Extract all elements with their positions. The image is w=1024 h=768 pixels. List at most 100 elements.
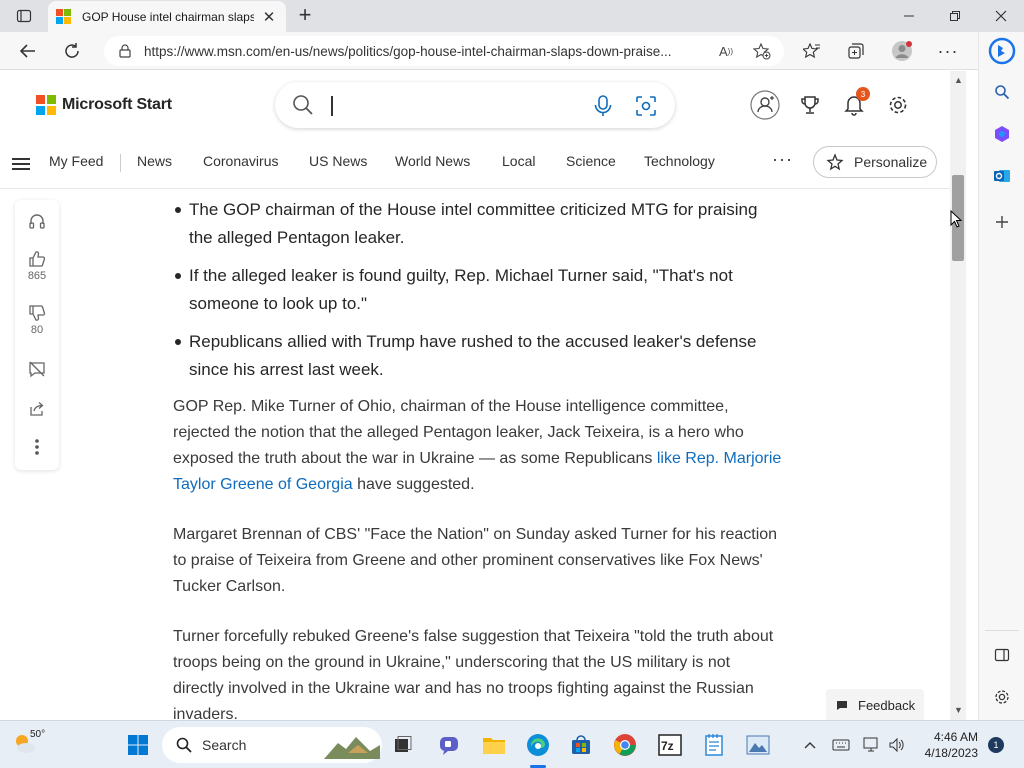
restore-button[interactable] [932, 0, 978, 32]
add-favorite-icon[interactable] [752, 41, 772, 61]
bing-icon [988, 37, 1016, 65]
user-icon [750, 90, 780, 120]
start-button[interactable] [122, 729, 154, 761]
search-box[interactable] [275, 82, 675, 128]
network-tray-button[interactable] [862, 735, 882, 755]
nav-coronavirus[interactable]: Coronavirus [203, 153, 278, 169]
keyboard-icon [832, 739, 850, 751]
nav-science[interactable]: Science [566, 153, 616, 169]
teams-chat-button[interactable] [433, 729, 465, 761]
key-point: The GOP chairman of the House intel comm… [173, 196, 785, 252]
edge-taskbar-button[interactable] [522, 729, 554, 761]
notification-badge: 3 [856, 87, 870, 101]
nav-my-feed[interactable]: My Feed [49, 153, 103, 169]
volume-tray-button[interactable] [887, 735, 907, 755]
collections-icon [848, 43, 864, 59]
system-clock[interactable]: 4:46 AM 4/18/2023 [920, 729, 978, 761]
taskbar-search[interactable]: Search [162, 727, 382, 763]
outlook-sidebar-button[interactable] [987, 161, 1017, 191]
trophy-icon [801, 96, 819, 114]
task-view-button[interactable] [387, 729, 419, 761]
visual-search-icon[interactable] [635, 95, 657, 117]
personalize-button[interactable]: Personalize [813, 146, 937, 178]
refresh-button[interactable] [58, 37, 86, 65]
page-scrollbar[interactable]: ▲ ▼ [950, 71, 966, 720]
article-body: The GOP chairman of the House intel comm… [173, 196, 785, 752]
minimize-button[interactable] [886, 0, 932, 32]
scroll-up-arrow-icon[interactable]: ▲ [954, 75, 963, 85]
microsoft-logo-icon [36, 95, 56, 115]
logo-text: Microsoft Start [62, 96, 172, 113]
show-hidden-icons-button[interactable] [800, 735, 820, 755]
weather-widget[interactable]: 50° [10, 729, 50, 761]
svg-text:7z: 7z [661, 739, 674, 753]
settings-more-button[interactable]: ··· [934, 37, 962, 65]
address-bar[interactable]: https://www.msn.com/en-us/news/politics/… [104, 36, 784, 66]
close-window-button[interactable] [978, 0, 1024, 32]
nav-technology[interactable]: Technology [644, 153, 715, 169]
nav-news[interactable]: News [137, 153, 172, 169]
microsoft-start-logo[interactable]: Microsoft Start [36, 95, 172, 115]
settings-button[interactable] [882, 89, 914, 121]
browser-tab[interactable]: GOP House intel chairman slaps ✕ [48, 1, 286, 32]
more-nav-button[interactable]: ··· [772, 149, 793, 170]
paragraph-text: have suggested. [352, 476, 475, 493]
nav-world-news[interactable]: World News [395, 153, 470, 169]
feedback-button[interactable]: Feedback [826, 689, 924, 721]
notifications-button[interactable]: 3 [838, 87, 870, 121]
back-button[interactable] [14, 37, 42, 65]
favorites-icon [803, 42, 820, 59]
listen-button[interactable] [15, 212, 59, 230]
clock-date: 4/18/2023 [924, 746, 978, 760]
tools-sidebar-button[interactable] [987, 119, 1017, 149]
share-icon [30, 402, 44, 416]
microphone-icon[interactable] [593, 95, 613, 117]
close-tab-icon[interactable]: ✕ [260, 8, 278, 26]
favorites-button[interactable] [798, 37, 826, 65]
search-icon [176, 737, 192, 753]
tab-strip: GOP House intel chairman slaps ✕ + [0, 0, 1024, 32]
7zip-button[interactable]: 7z [654, 729, 686, 761]
dislike-count: 80 [30, 324, 44, 336]
rewards-button[interactable] [794, 89, 826, 121]
microsoft-store-button[interactable] [565, 729, 597, 761]
notification-center-badge[interactable]: 1 [988, 737, 1004, 753]
hamburger-menu-icon[interactable] [12, 155, 30, 173]
search-sidebar-button[interactable] [987, 77, 1017, 107]
hide-sidebar-button[interactable] [987, 640, 1017, 670]
more-options-button[interactable] [15, 438, 59, 456]
nav-us-news[interactable]: US News [309, 153, 367, 169]
chrome-button[interactable] [609, 729, 641, 761]
new-tab-button[interactable]: + [293, 4, 317, 28]
keyboard-tray-button[interactable] [831, 735, 851, 755]
search-icon [995, 85, 1010, 100]
tab-title: GOP House intel chairman slaps [82, 9, 254, 24]
like-button[interactable]: 865 [15, 250, 59, 282]
restore-icon [950, 11, 960, 21]
notepad-icon [705, 734, 723, 756]
sidebar-settings-button[interactable] [987, 682, 1017, 712]
collections-button[interactable] [842, 37, 870, 65]
sign-in-button[interactable] [749, 89, 781, 121]
article-paragraph: GOP Rep. Mike Turner of Ohio, chairman o… [173, 394, 785, 498]
dislike-button[interactable]: 80 [15, 304, 59, 336]
notepad-button[interactable] [698, 729, 730, 761]
scroll-down-arrow-icon[interactable]: ▼ [954, 705, 963, 715]
file-explorer-button[interactable] [478, 729, 510, 761]
windows-taskbar: 50° Search 7z 4:46 AM 4/18/2023 1 [0, 720, 1024, 768]
search-label: Search [202, 737, 247, 753]
key-points-list: The GOP chairman of the House intel comm… [173, 196, 785, 384]
share-button[interactable] [15, 400, 59, 418]
photos-button[interactable] [742, 729, 774, 761]
add-sidebar-button[interactable] [987, 207, 1017, 237]
tab-actions-button[interactable] [8, 4, 40, 28]
read-aloud-icon[interactable]: A)) [716, 41, 736, 61]
minimize-icon [904, 15, 914, 17]
nav-local[interactable]: Local [502, 153, 535, 169]
profile-button[interactable] [888, 37, 916, 65]
clock-time: 4:46 AM [933, 730, 978, 744]
comments-off-button[interactable] [15, 360, 59, 378]
like-count: 865 [27, 270, 47, 282]
browser-toolbar: https://www.msn.com/en-us/news/politics/… [0, 32, 978, 70]
bing-chat-button[interactable] [987, 36, 1017, 66]
